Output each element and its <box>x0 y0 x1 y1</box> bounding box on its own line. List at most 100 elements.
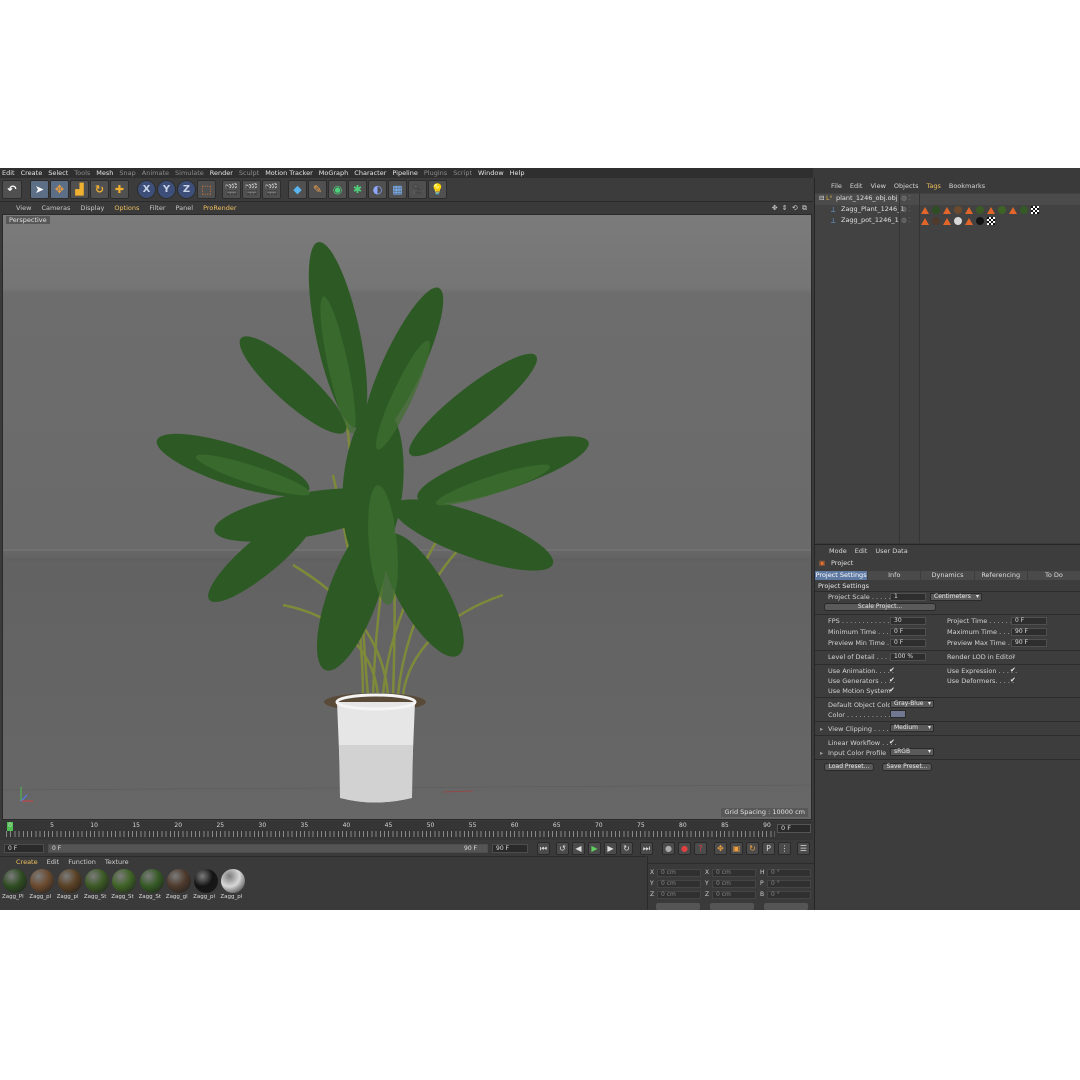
use-animation-checkbox[interactable]: ✔ <box>889 666 897 674</box>
menu-render[interactable]: Render <box>210 169 233 177</box>
render-settings-icon[interactable]: 🎬 <box>262 180 281 199</box>
range-slider[interactable]: 0 F 90 F <box>48 844 488 853</box>
x-axis-icon[interactable]: X <box>137 180 156 199</box>
timeline-menu-icon[interactable]: ☰ <box>797 842 810 855</box>
menu-mesh[interactable]: Mesh <box>96 169 113 177</box>
tab-project-settings[interactable]: Project Settings <box>815 571 868 580</box>
subdivision-icon[interactable]: ◉ <box>328 180 347 199</box>
coordinate-field[interactable]: 0 ° <box>767 891 811 899</box>
save-preset-button[interactable]: Save Preset... <box>882 763 932 771</box>
material-menu-edit[interactable]: Edit <box>47 858 60 866</box>
obj-menu-objects[interactable]: Objects <box>894 182 919 190</box>
rotate-tool-icon[interactable]: ↻ <box>90 180 109 199</box>
tab-referencing[interactable]: Referencing <box>974 571 1027 580</box>
material-swatch[interactable]: Zagg_gl <box>166 868 192 902</box>
obj-menu-bookmarks[interactable]: Bookmarks <box>949 182 985 190</box>
tab-to-do[interactable]: To Do <box>1027 571 1080 580</box>
menu-select[interactable]: Select <box>48 169 68 177</box>
maximum-time-field[interactable]: 90 F <box>1011 628 1047 636</box>
material-swatch[interactable]: Zagg_Pl <box>2 868 28 902</box>
coordinate-field[interactable]: 0 cm <box>657 880 701 888</box>
use-motion-checkbox[interactable]: ✔ <box>889 686 897 694</box>
phong-tag-icon[interactable] <box>987 217 995 225</box>
uvw-tag-icon[interactable] <box>965 207 973 214</box>
obj-menu-tags[interactable]: Tags <box>926 182 940 190</box>
recent-tool-icon[interactable]: ✚ <box>110 180 129 199</box>
object-row[interactable]: ⊟ L⁰ plant_1246_obj.obj ◍ ⁚ <box>815 194 1080 205</box>
project-scale-unit-dropdown[interactable]: Centimeters ▾ <box>930 593 982 601</box>
material-swatch[interactable]: Zagg_St <box>84 868 110 902</box>
visibility-icon[interactable]: ◍ ⁚ <box>901 194 911 202</box>
z-axis-icon[interactable]: Z <box>177 180 196 199</box>
prev-key-icon[interactable]: ↺ <box>556 842 569 855</box>
scale-tool-icon[interactable]: ▟ <box>70 180 89 199</box>
menu-simulate[interactable]: Simulate <box>175 169 204 177</box>
light-icon[interactable]: 💡 <box>428 180 447 199</box>
size-dropdown[interactable] <box>710 903 754 910</box>
tab-dynamics[interactable]: Dynamics <box>921 571 974 580</box>
use-expression-checkbox[interactable]: ✔ <box>1010 666 1018 674</box>
play-icon[interactable]: ▶ <box>588 842 601 855</box>
uvw-tag-icon[interactable] <box>921 207 929 214</box>
floor-icon[interactable]: ▦ <box>388 180 407 199</box>
viewport-menu-prorender[interactable]: ProRender <box>203 204 236 212</box>
material-menu-function[interactable]: Function <box>68 858 96 866</box>
visibility-icon[interactable]: ◍ ⁚ <box>901 216 911 224</box>
coordinate-field[interactable]: 0 ° <box>767 880 811 888</box>
coordinate-field[interactable]: 0 cm <box>657 869 701 877</box>
collapse-icon[interactable]: ⊟ <box>819 194 824 202</box>
uvw-tag-icon[interactable] <box>943 207 951 214</box>
key-rotation-icon[interactable]: ↻ <box>746 842 759 855</box>
attr-menu-user-data[interactable]: User Data <box>875 547 907 557</box>
coordinate-system-icon[interactable]: ⬚ <box>197 180 216 199</box>
render-view-icon[interactable]: 🎬 <box>222 180 241 199</box>
object-name[interactable]: Zagg_Plant_1246_1 <box>841 205 905 213</box>
camera-icon[interactable]: 🎥 <box>408 180 427 199</box>
viewport-menu-filter[interactable]: Filter <box>149 204 165 212</box>
material-swatch[interactable]: Zagg_pl <box>220 868 246 902</box>
uvw-tag-icon[interactable] <box>987 207 995 214</box>
preview-min-field[interactable]: 0 F <box>890 639 926 647</box>
material-tag-icon[interactable] <box>954 206 962 214</box>
render-picture-viewer-icon[interactable]: 🎬 <box>242 180 261 199</box>
key-param-icon[interactable]: P <box>762 842 775 855</box>
menu-mograph[interactable]: MoGraph <box>319 169 349 177</box>
viewport-menu-panel[interactable]: Panel <box>176 204 194 212</box>
object-name[interactable]: Zagg_pot_1246_1 <box>841 216 899 224</box>
obj-menu-view[interactable]: View <box>870 182 885 190</box>
attr-menu-edit[interactable]: Edit <box>855 547 868 557</box>
menu-plugins[interactable]: Plugins <box>424 169 447 177</box>
undo-icon[interactable]: ↶ <box>2 180 22 199</box>
prev-frame-icon[interactable]: ◀ <box>572 842 585 855</box>
autokey-icon[interactable]: ? <box>694 842 707 855</box>
fps-field[interactable]: 30 <box>890 617 926 625</box>
coordinate-field[interactable]: 0 cm <box>712 880 756 888</box>
scale-project-button[interactable]: Scale Project... <box>824 603 936 611</box>
end-frame-field[interactable]: 90 F <box>492 844 528 853</box>
3d-viewport[interactable]: Perspective Grid Spacing: 10000 cm <box>2 214 812 820</box>
material-tag-icon[interactable] <box>976 206 984 214</box>
viewport-menu-cameras[interactable]: Cameras <box>41 204 70 212</box>
key-position-icon[interactable]: ✥ <box>714 842 727 855</box>
menu-help[interactable]: Help <box>510 169 525 177</box>
array-generator-icon[interactable]: ✱ <box>348 180 367 199</box>
move-tool-icon[interactable]: ✥ <box>50 180 69 199</box>
expand-arrow-icon[interactable]: ▸ <box>820 749 823 757</box>
material-tag-icon[interactable] <box>976 217 984 225</box>
object-name[interactable]: plant_1246_obj.obj <box>836 194 898 202</box>
use-deformers-checkbox[interactable]: ✔ <box>1010 676 1018 684</box>
cube-icon[interactable]: ◆ <box>288 180 307 199</box>
uvw-tag-icon[interactable] <box>965 218 973 225</box>
menu-snap[interactable]: Snap <box>119 169 135 177</box>
material-tag-icon[interactable] <box>932 217 940 225</box>
input-color-profile-dropdown[interactable]: sRGB ▾ <box>890 748 934 756</box>
material-tag-icon[interactable] <box>998 206 1006 214</box>
next-key-icon[interactable]: ↻ <box>620 842 633 855</box>
select-arrow-icon[interactable]: ➤ <box>30 180 49 199</box>
pen-spline-icon[interactable]: ✎ <box>308 180 327 199</box>
menu-window[interactable]: Window <box>478 169 504 177</box>
material-swatch[interactable]: Zagg_St <box>139 868 165 902</box>
deformer-icon[interactable]: ◐ <box>368 180 387 199</box>
viewport-nav-icons[interactable]: ✥ ⇕ ⟲ ⧉ <box>772 204 808 213</box>
object-rel-dropdown[interactable] <box>656 903 700 910</box>
